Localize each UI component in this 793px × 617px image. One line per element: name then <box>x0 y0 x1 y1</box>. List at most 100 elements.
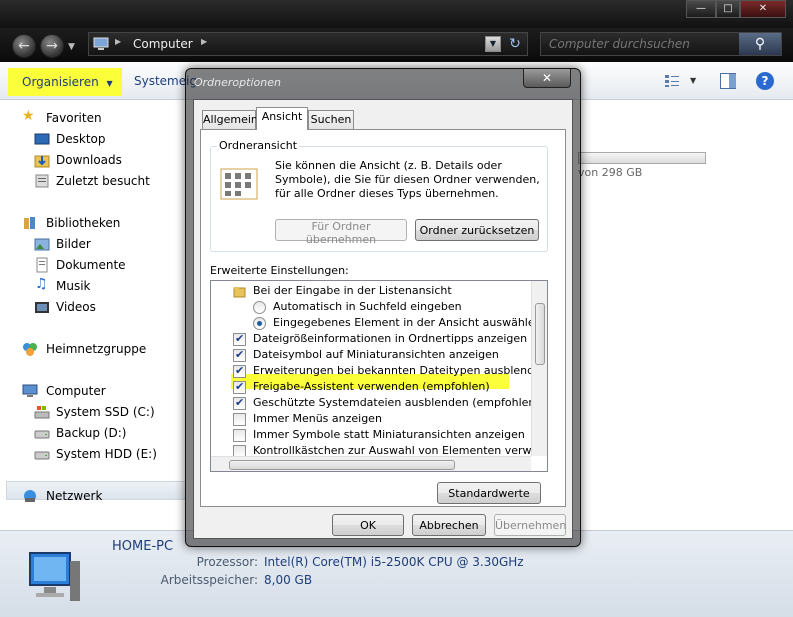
nav-label: Zuletzt besucht <box>56 174 150 188</box>
computer-name: HOME-PC <box>112 539 174 554</box>
ok-button[interactable]: OK <box>332 514 404 536</box>
star-icon: ★ <box>22 108 35 124</box>
computer-monitor-icon <box>29 552 80 601</box>
forward-button[interactable]: → <box>40 34 64 58</box>
desktop-icon <box>34 133 50 145</box>
arrow-right-icon: → <box>46 38 58 54</box>
chevron-down-icon: ▼ <box>489 39 497 48</box>
maximize-button[interactable]: □ <box>716 0 740 18</box>
search-input[interactable] <box>541 33 741 55</box>
setting-row[interactable]: Dateisymbol auf Miniaturansichten anzeig… <box>211 347 531 363</box>
pictures-icon <box>34 238 50 251</box>
setting-label: Geschützte Systemdateien ausblenden (emp… <box>253 396 540 409</box>
folder-view-description: Sie können die Ansicht (z. B. Details od… <box>275 159 540 200</box>
network-icon <box>24 490 36 502</box>
setting-row[interactable]: Bei der Eingabe in der Listenansicht <box>211 283 531 299</box>
dialog-title: Ordneroptionen <box>194 76 281 89</box>
videos-icon <box>35 302 49 313</box>
history-dropdown-icon[interactable]: ▼ <box>68 42 75 52</box>
nav-label: Dokumente <box>56 258 126 272</box>
help-button[interactable]: ? <box>756 72 774 90</box>
breadcrumb-arrow-icon[interactable]: ▶ <box>115 37 121 46</box>
setting-label: Erweiterungen bei bekannten Dateitypen a… <box>253 364 548 377</box>
folder-icon <box>233 285 246 298</box>
folder-view-group-title: Ordneransicht <box>217 139 300 152</box>
reset-folders-button[interactable]: Ordner zurücksetzen <box>415 219 539 241</box>
setting-row[interactable]: Erweiterungen bei bekannten Dateitypen a… <box>211 363 547 379</box>
close-button[interactable]: ✕ <box>740 0 786 18</box>
back-button[interactable]: ← <box>12 34 36 58</box>
nav-label: Videos <box>56 300 96 314</box>
vertical-scrollbar-thumb[interactable] <box>535 303 545 365</box>
folder-options-dialog: Ordneroptionen ✕ Allgemein Ansicht Suche… <box>185 68 581 547</box>
setting-checkbox[interactable] <box>233 380 246 394</box>
help-icon: ? <box>761 74 769 88</box>
address-bar[interactable]: ▶ Computer ▶ ▼ ↻ <box>88 32 528 56</box>
search-button[interactable]: ⚲ <box>739 33 781 55</box>
computer-icon <box>93 37 109 50</box>
system-drive-icon <box>34 406 50 419</box>
computer-icon <box>22 384 38 397</box>
restore-defaults-button[interactable]: Standardwerte <box>437 482 541 504</box>
apply-to-folders-button[interactable]: Für Ordner übernehmen <box>275 219 407 246</box>
folder-view-group: Ordneransicht Sie können die Ansicht (z.… <box>210 139 548 252</box>
tab-view[interactable]: Ansicht <box>256 107 308 130</box>
chevron-down-icon: ▼ <box>106 79 113 88</box>
setting-row[interactable]: Eingegebenes Element in der Ansicht ausw… <box>211 315 542 331</box>
nav-label: Downloads <box>56 153 122 167</box>
libraries-icon <box>24 217 35 229</box>
setting-radio[interactable] <box>253 301 266 314</box>
setting-radio[interactable] <box>253 317 266 330</box>
memory-value: 8,00 GB <box>264 573 313 587</box>
close-icon: ✕ <box>541 71 553 85</box>
setting-label: Bei der Eingabe in der Listenansicht <box>253 284 452 297</box>
drive-free-space: von 298 GB <box>578 166 643 179</box>
advanced-settings-label: Erweiterte Einstellungen: <box>210 264 349 277</box>
apply-button[interactable]: Übernehmen <box>494 514 566 536</box>
drive-usage-bar <box>578 152 706 164</box>
setting-checkbox[interactable] <box>233 429 246 442</box>
setting-checkbox[interactable] <box>233 364 246 378</box>
setting-checkbox[interactable] <box>233 332 246 346</box>
setting-row[interactable]: Immer Menüs anzeigen <box>211 411 531 427</box>
setting-row[interactable]: Dateigrößeinformationen in Ordnertipps a… <box>211 331 531 347</box>
setting-row[interactable]: Immer Symbole statt Miniaturansichten an… <box>211 427 531 443</box>
horizontal-scrollbar[interactable] <box>211 456 531 471</box>
vertical-scrollbar[interactable] <box>531 281 547 456</box>
setting-row[interactable]: Automatisch in Suchfeld eingeben <box>211 299 531 315</box>
hard-drive-icon <box>34 430 50 439</box>
details-view-icon <box>665 75 679 87</box>
refresh-button[interactable]: ↻ <box>505 35 525 53</box>
preview-pane-button[interactable] <box>720 73 736 89</box>
breadcrumb-computer[interactable]: Computer <box>133 37 193 51</box>
setting-label: Freigabe-Assistent verwenden (empfohlen) <box>253 380 490 393</box>
nav-label: Favoriten <box>46 111 102 125</box>
advanced-settings-list: Bei der Eingabe in der Listenansicht Auto… <box>210 280 548 472</box>
recent-places-icon <box>35 174 49 188</box>
view-options-button[interactable] <box>664 74 680 88</box>
nav-label: Musik <box>56 279 91 293</box>
horizontal-scrollbar-thumb[interactable] <box>229 460 455 470</box>
dialog-close-button[interactable]: ✕ <box>523 69 571 88</box>
nav-label: Bilder <box>56 237 91 251</box>
organize-button[interactable]: Organisieren ▼ <box>8 68 122 96</box>
setting-checkbox[interactable] <box>233 348 246 362</box>
view-dropdown-icon[interactable]: ▼ <box>690 76 696 85</box>
refresh-icon: ↻ <box>509 36 521 52</box>
setting-checkbox[interactable] <box>233 396 246 410</box>
breadcrumb-arrow-icon[interactable]: ▶ <box>201 37 207 46</box>
setting-row[interactable]: Geschützte Systemdateien ausblenden (emp… <box>211 395 540 411</box>
setting-checkbox[interactable] <box>233 413 246 426</box>
tab-search[interactable]: Suchen <box>308 110 354 130</box>
nav-label: Backup (D:) <box>56 426 127 440</box>
nav-label: Bibliotheken <box>46 216 121 230</box>
setting-row[interactable]: Freigabe-Assistent verwenden (empfohlen) <box>211 379 531 395</box>
setting-label: Eingegebenes Element in der Ansicht ausw… <box>273 316 542 329</box>
address-dropdown-button[interactable]: ▼ <box>485 36 501 52</box>
minimize-button[interactable]: — <box>686 0 716 18</box>
search-icon: ⚲ <box>754 36 766 52</box>
cancel-button[interactable]: Abbrechen <box>412 514 486 536</box>
hard-drive-icon <box>34 451 50 460</box>
tab-general[interactable]: Allgemein <box>202 110 258 130</box>
nav-label: Computer <box>46 384 106 398</box>
